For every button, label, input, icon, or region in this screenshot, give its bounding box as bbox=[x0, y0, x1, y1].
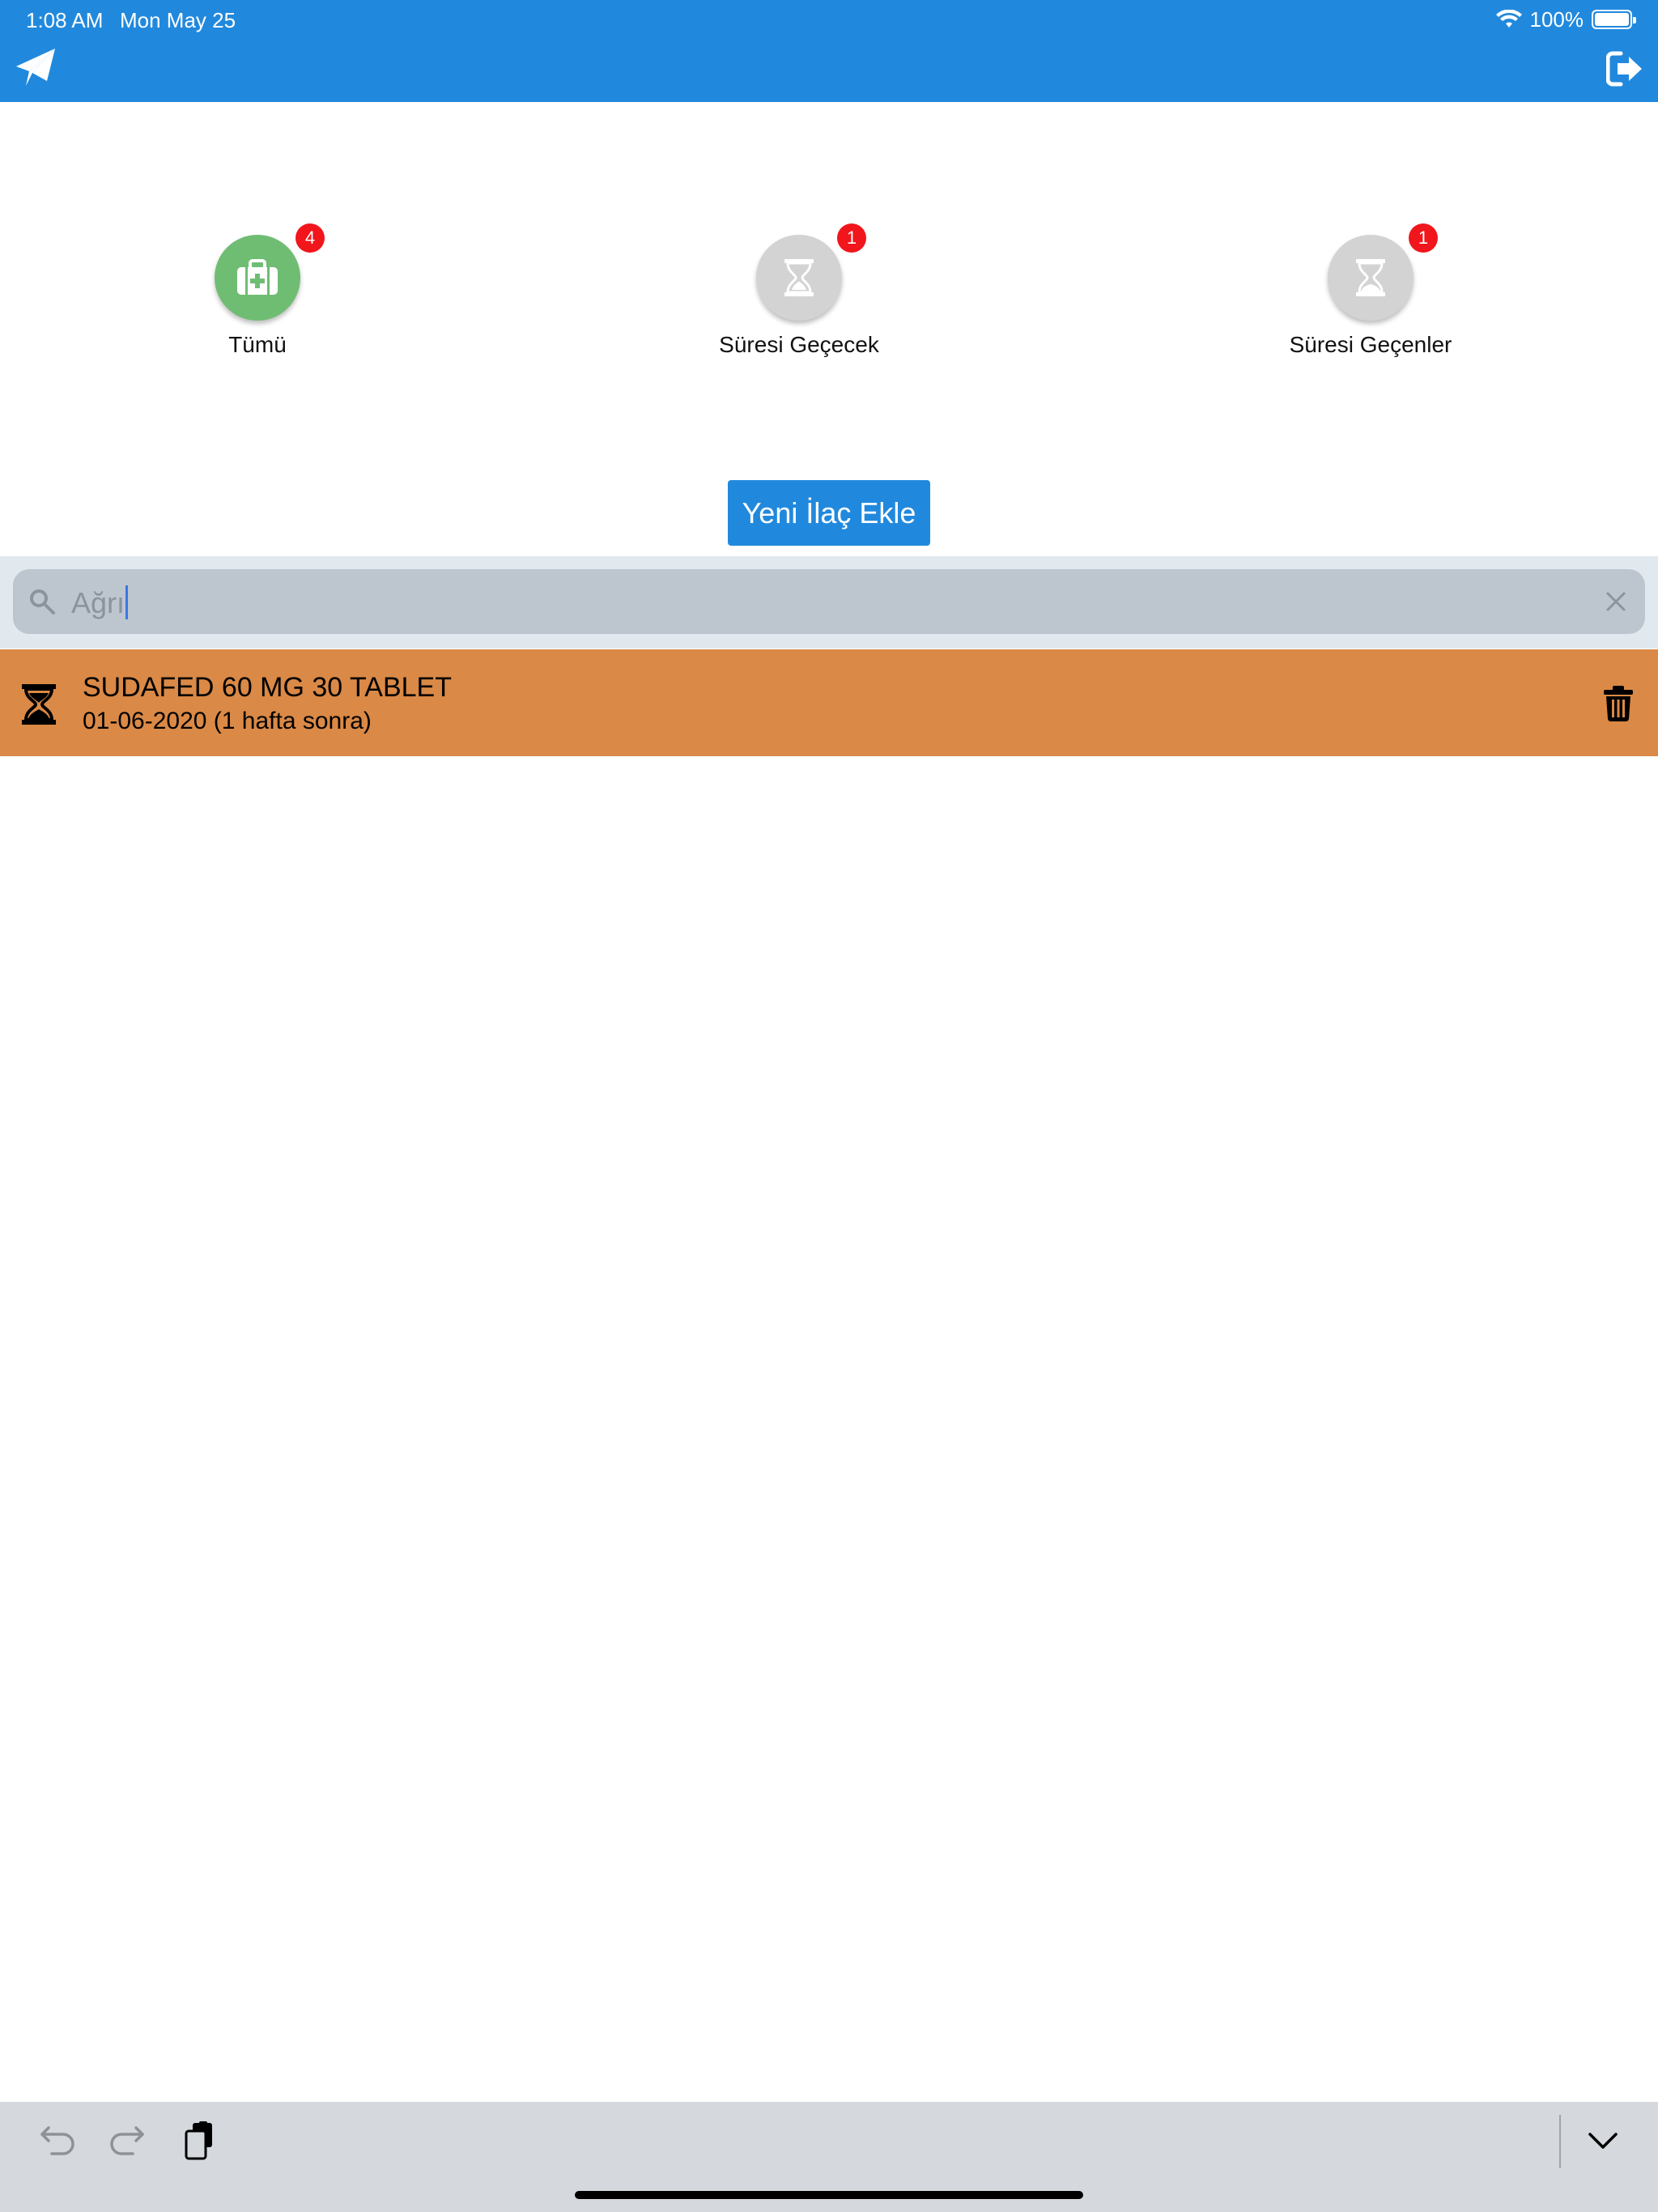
category-expiring-badge: 1 bbox=[837, 223, 866, 253]
category-expired-button[interactable]: 1 bbox=[1328, 223, 1438, 321]
category-expired-label: Süresi Geçenler bbox=[1289, 332, 1452, 357]
category-expiring-label: Süresi Geçecek bbox=[719, 332, 879, 357]
paper-plane-icon[interactable] bbox=[15, 47, 57, 89]
medicine-expiry: 01-06-2020 (1 hafta sonra) bbox=[83, 708, 372, 734]
chevron-down-icon[interactable] bbox=[1582, 2120, 1624, 2162]
search-input[interactable]: Ağrı bbox=[13, 569, 1645, 634]
toolbar-divider bbox=[1559, 2115, 1561, 2168]
app-screen: 1:08 AM Mon May 25 100% 4 Tümü 1 Süresi … bbox=[0, 0, 1658, 2212]
category-all-label: Tümü bbox=[228, 332, 287, 357]
redo-icon[interactable] bbox=[107, 2120, 149, 2162]
sign-out-icon[interactable] bbox=[1606, 50, 1643, 87]
category-expiring-button[interactable]: 1 bbox=[756, 223, 866, 321]
clear-icon[interactable] bbox=[1603, 589, 1629, 615]
paste-icon[interactable] bbox=[180, 2120, 222, 2162]
wifi-icon bbox=[1495, 10, 1522, 28]
battery-percent: 100% bbox=[1529, 6, 1584, 32]
status-date: Mon May 25 bbox=[120, 8, 236, 32]
category-all-badge: 4 bbox=[295, 223, 325, 253]
battery-icon bbox=[1592, 10, 1636, 29]
top-bar: 1:08 AM Mon May 25 100% bbox=[0, 0, 1658, 102]
first-aid-kit-icon bbox=[237, 259, 278, 295]
category-all[interactable]: 4 Tümü bbox=[136, 223, 379, 358]
category-expired[interactable]: 1 Süresi Geçenler bbox=[1249, 223, 1492, 358]
home-indicator[interactable] bbox=[575, 2191, 1083, 2199]
medicine-list-item[interactable]: SUDAFED 60 MG 30 TABLET 01-06-2020 (1 ha… bbox=[0, 649, 1658, 756]
category-expiring[interactable]: 1 Süresi Geçecek bbox=[678, 223, 920, 358]
battery-fill bbox=[1595, 13, 1629, 26]
battery-cap bbox=[1633, 17, 1636, 23]
undo-icon[interactable] bbox=[36, 2120, 78, 2162]
add-medicine-button[interactable]: Yeni İlaç Ekle bbox=[728, 480, 930, 546]
hourglass-icon bbox=[22, 684, 56, 725]
search-icon bbox=[30, 589, 55, 615]
search-bar: Ağrı bbox=[0, 556, 1658, 649]
trash-icon[interactable] bbox=[1603, 685, 1634, 722]
search-input-text: Ağrı bbox=[71, 585, 129, 620]
medicine-name: SUDAFED 60 MG 30 TABLET bbox=[83, 672, 452, 703]
category-all-button[interactable]: 4 bbox=[215, 223, 325, 321]
status-time: 1:08 AM bbox=[26, 8, 104, 32]
hourglass-icon bbox=[784, 259, 814, 296]
text-cursor bbox=[125, 585, 129, 619]
category-expired-badge: 1 bbox=[1409, 223, 1438, 253]
status-indicators: 100% bbox=[1495, 6, 1636, 32]
hourglass-icon bbox=[1356, 259, 1385, 296]
